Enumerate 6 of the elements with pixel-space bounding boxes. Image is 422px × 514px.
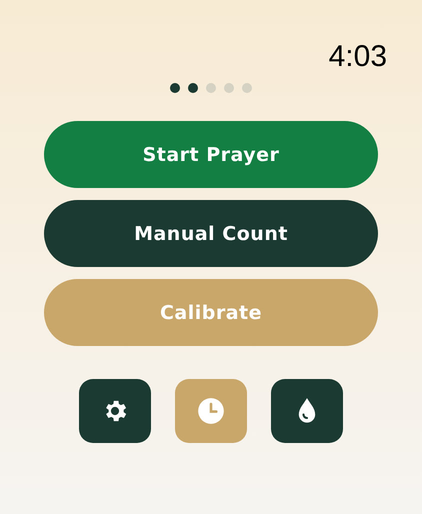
start-button[interactable]: Start Prayer	[44, 121, 378, 188]
clock-time: 4:03	[328, 39, 387, 75]
settings-button[interactable]	[79, 379, 151, 443]
clock-icon	[197, 397, 225, 425]
drop-button[interactable]	[271, 379, 343, 443]
count-button[interactable]: Manual Count	[44, 200, 378, 267]
